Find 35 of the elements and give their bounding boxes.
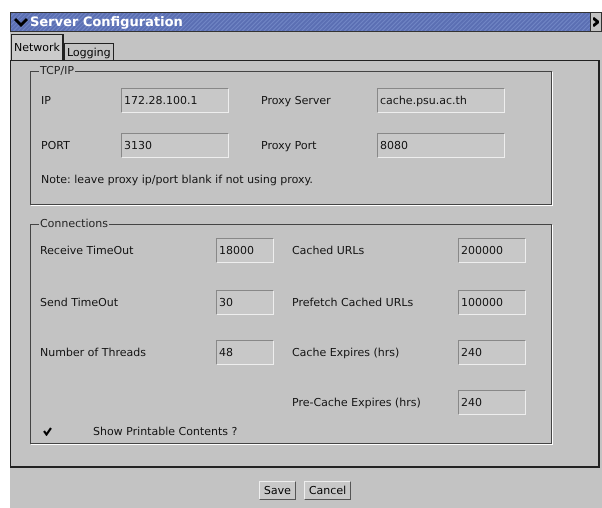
input-field[interactable]: 48 [216, 340, 274, 364]
group-title: TCP/IP [39, 64, 75, 77]
input-field[interactable]: 200000 [458, 238, 526, 262]
field-label: PORT [41, 139, 71, 152]
dialog-button[interactable]: Save [258, 481, 296, 500]
tab[interactable]: Logging [64, 43, 114, 60]
input-field[interactable]: 240 [458, 340, 526, 364]
input-field[interactable]: 30 [216, 290, 274, 314]
input-field[interactable]: 100000 [458, 290, 526, 314]
close-button[interactable] [590, 13, 601, 31]
field-label: Pre-Cache Expires (hrs) [292, 396, 422, 408]
arrow-right-icon [593, 17, 599, 27]
window-title: Server Configuration [30, 14, 183, 30]
field-label: Number of Threads [40, 346, 147, 358]
input-field[interactable]: cache.psu.ac.th [377, 88, 505, 113]
note-text: Note: leave proxy ip/port blank if not using proxy. [41, 173, 314, 186]
input-field[interactable]: 3130 [121, 133, 229, 158]
field-label: Proxy Server [261, 94, 332, 107]
field-label: Cache Expires (hrs) [292, 346, 400, 358]
checkbox-label: Show Printable Contents ? [93, 425, 238, 438]
field-label: Send TimeOut [40, 296, 120, 308]
field-label: Prefetch Cached URLs [292, 296, 414, 308]
chevron-down-icon[interactable] [14, 17, 28, 27]
input-field[interactable]: 172.28.100.1 [121, 88, 229, 113]
group-title: Connections [39, 217, 109, 230]
input-field[interactable]: 18000 [216, 238, 274, 262]
field-label: Proxy Port [261, 139, 318, 152]
checkbox[interactable] [43, 427, 52, 436]
field-label: IP [41, 94, 52, 107]
input-field[interactable]: 8080 [377, 133, 505, 158]
field-label: Receive TimeOut [40, 244, 134, 256]
dialog-button[interactable]: Cancel [304, 481, 352, 500]
field-label: Cached URLs [292, 244, 366, 256]
tab[interactable]: Network [11, 34, 64, 60]
input-field[interactable]: 240 [458, 390, 526, 414]
